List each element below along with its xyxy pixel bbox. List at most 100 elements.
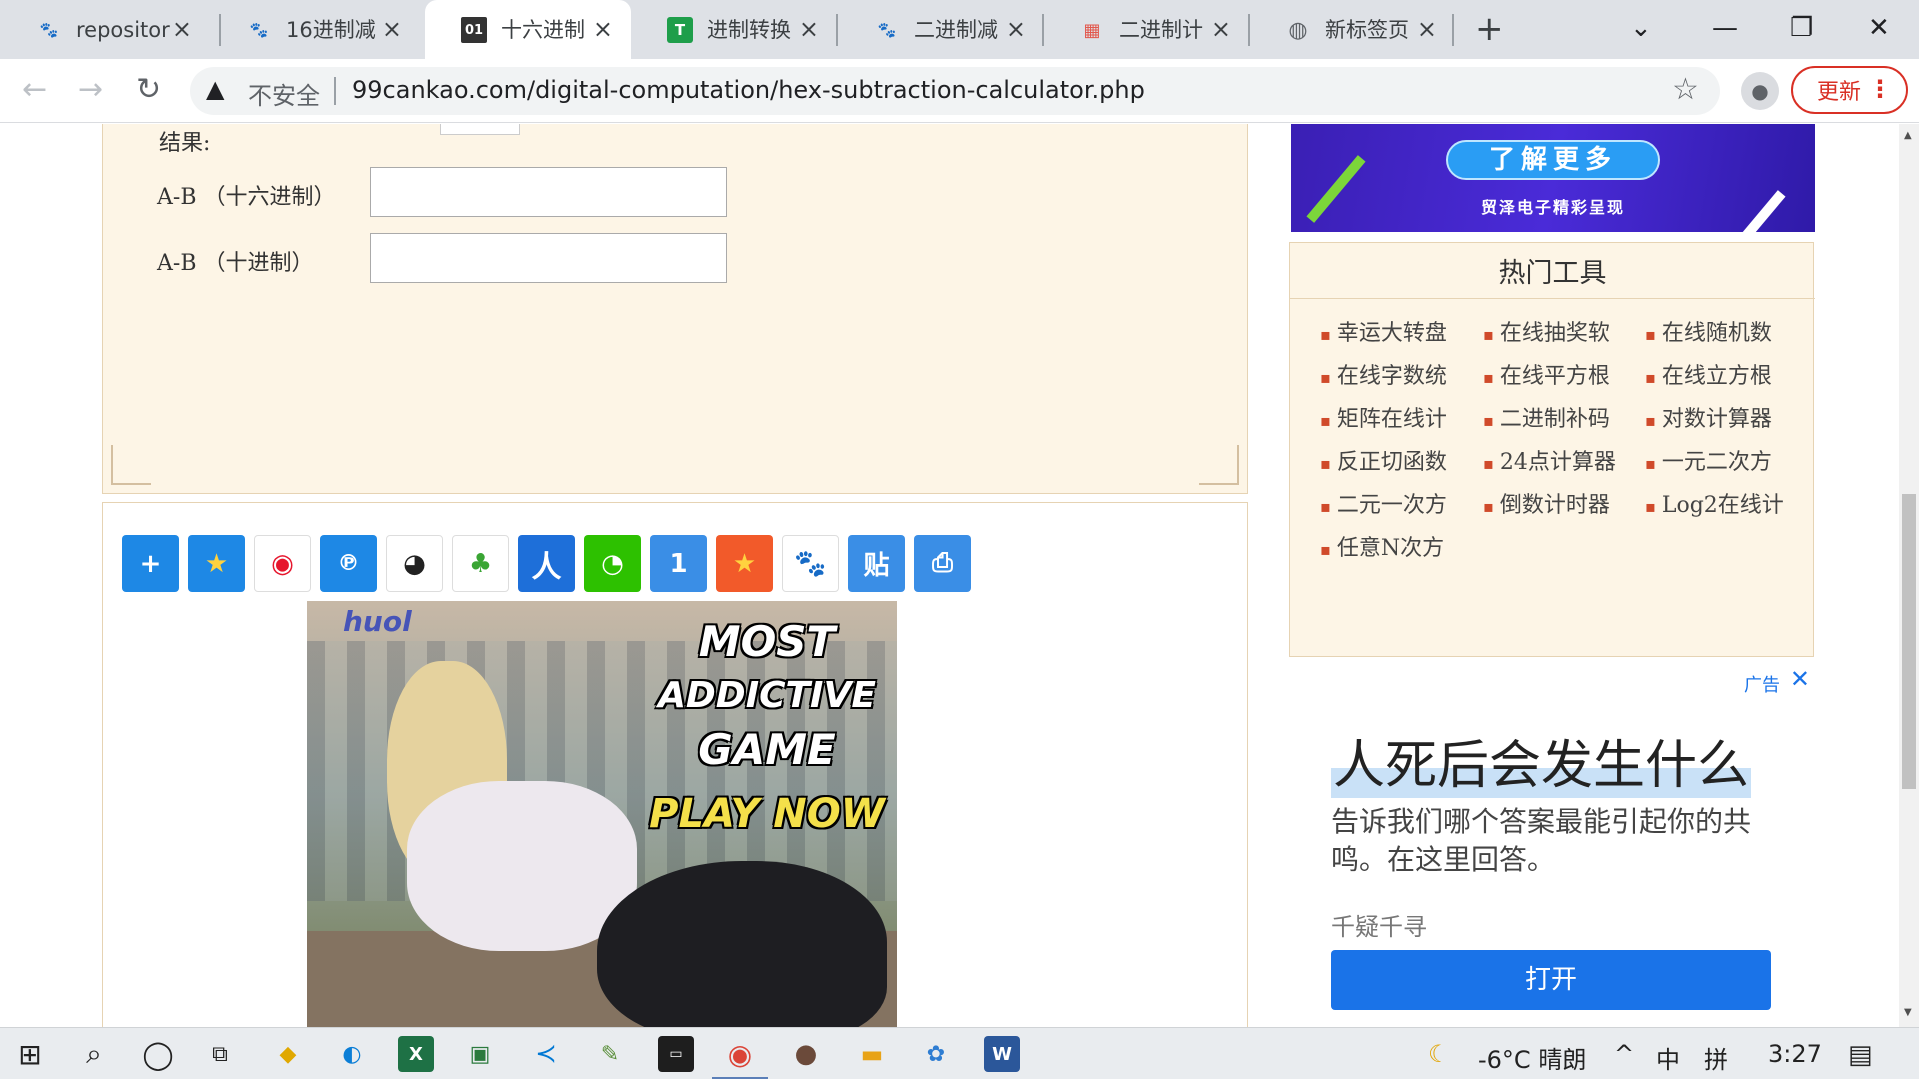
clover-icon[interactable]: ♣ <box>452 535 509 592</box>
tab-1[interactable]: 🐾 repositor × <box>0 0 210 59</box>
windows-start-icon[interactable]: ⊞ <box>12 1036 48 1072</box>
task-view-icon[interactable]: ⧉ <box>202 1036 238 1072</box>
hot-tool-link[interactable]: ▪ Log2在线计 <box>1645 487 1795 519</box>
bookmark-star-icon[interactable]: ☆ <box>1672 72 1699 107</box>
weather-text[interactable]: -6°C 晴朗 <box>1478 1040 1586 1075</box>
hot-tool-link[interactable]: ▪ 任意N次方 <box>1320 530 1470 562</box>
tab-6[interactable]: ▦ 二进制计 × <box>1043 0 1249 59</box>
hot-tool-link[interactable]: ▪ 二进制补码 <box>1483 401 1633 433</box>
close-icon[interactable]: × <box>1211 14 1231 44</box>
print-icon[interactable]: ⎙ <box>914 535 971 592</box>
close-icon[interactable]: × <box>799 14 819 44</box>
tab-4[interactable]: T 进制转换 × <box>631 0 837 59</box>
minimize-icon[interactable]: — <box>1712 10 1738 46</box>
sheet-app-icon[interactable]: ▣ <box>462 1036 498 1072</box>
cloud-sync-icon[interactable]: ✿ <box>918 1036 954 1072</box>
image-editor-icon[interactable]: ✎ <box>592 1036 628 1072</box>
hot-tool-link[interactable]: ▪ 幸运大转盘 <box>1320 315 1470 347</box>
hot-tool-link[interactable]: ▪ 在线字数统 <box>1320 358 1470 390</box>
hot-tool-link[interactable]: ▪ 24点计算器 <box>1483 444 1633 476</box>
hot-tool-link[interactable]: ▪ 在线平方根 <box>1483 358 1633 390</box>
hot-tool-link[interactable]: ▪ 二元一次方 <box>1320 487 1470 519</box>
close-icon[interactable]: × <box>593 14 613 44</box>
cortana-circle-icon[interactable]: ◯ <box>140 1036 176 1072</box>
hex-result-field[interactable] <box>370 167 727 217</box>
close-icon[interactable]: × <box>382 14 402 44</box>
hot-tool-link[interactable]: ▪ 反正切函数 <box>1320 444 1470 476</box>
chevron-up-icon[interactable]: ^ <box>1614 1040 1634 1068</box>
chevron-down-icon[interactable]: ⌄ <box>1630 10 1652 46</box>
hot-tool-label: 二进制补码 <box>1499 407 1610 432</box>
tab-3-active[interactable]: 01 十六进制 × <box>425 0 631 59</box>
hot-tool-link[interactable]: ▪ 在线抽奖软 <box>1483 315 1633 347</box>
forward-arrow-icon[interactable]: → <box>78 71 103 109</box>
avatar-app-icon[interactable]: ● <box>788 1036 824 1072</box>
qq-penguin-icon[interactable]: ◕ <box>386 535 443 592</box>
ad-brand: huol <box>343 605 412 638</box>
hot-tool-link[interactable]: ▪ 矩阵在线计 <box>1320 401 1470 433</box>
tab-2[interactable]: 🐾 16进制减 × <box>210 0 420 59</box>
baidu-paw-icon[interactable]: 🐾 <box>782 535 839 592</box>
weibo-icon[interactable]: ◉ <box>254 535 311 592</box>
window-close-icon[interactable]: ✕ <box>1868 10 1890 46</box>
close-icon[interactable]: × <box>1006 14 1026 44</box>
banner-subtitle: 贸泽电子精彩呈现 <box>1480 198 1625 217</box>
dec-result-field[interactable] <box>370 233 727 283</box>
hot-tool-link[interactable]: ▪ 倒数计时器 <box>1483 487 1633 519</box>
hot-tool-label: Log2在线计 <box>1661 493 1784 518</box>
one-icon[interactable]: 1 <box>650 535 707 592</box>
back-arrow-icon[interactable]: ← <box>22 71 47 109</box>
word-icon[interactable]: W <box>984 1036 1020 1072</box>
wechat-icon[interactable]: ◔ <box>584 535 641 592</box>
star-face-icon[interactable]: ★ <box>716 535 773 592</box>
clock-time[interactable]: 3:27 <box>1768 1040 1822 1068</box>
edge-icon[interactable]: ◐ <box>334 1036 370 1072</box>
open-button[interactable]: 打开 <box>1331 950 1771 1010</box>
profile-avatar-icon[interactable]: ● <box>1741 72 1779 110</box>
tab-7[interactable]: ◍ 新标签页 × <box>1249 0 1455 59</box>
promo-banner[interactable]: 了解更多 贸泽电子精彩呈现 <box>1291 124 1815 232</box>
restore-icon[interactable]: ❐ <box>1790 10 1813 46</box>
game-ad-image[interactable]: huol MOST ADDICTIVE GAME PLAY NOW <box>307 601 897 1027</box>
excel-icon[interactable]: X <box>398 1036 434 1072</box>
hot-tool-link[interactable]: ▪ 在线立方根 <box>1645 358 1795 390</box>
close-icon[interactable]: × <box>1417 14 1437 44</box>
tqq-icon[interactable]: ℗ <box>320 535 377 592</box>
ad-headline[interactable]: 人死后会发生什么 <box>1331 723 1752 798</box>
search-icon[interactable]: ⌕ <box>76 1036 112 1072</box>
ime-language[interactable]: 中 <box>1656 1040 1680 1075</box>
close-icon[interactable]: × <box>172 14 192 44</box>
chrome-icon[interactable]: ◉ <box>712 1036 768 1079</box>
scroll-up-arrow-icon[interactable]: ▲ <box>1904 130 1912 141</box>
ad-source: 千疑千寻 <box>1331 913 1427 941</box>
plus-share-icon[interactable]: + <box>122 535 179 592</box>
scroll-down-arrow-icon[interactable]: ▼ <box>1904 1007 1912 1018</box>
layers-app-icon[interactable]: ◆ <box>270 1036 306 1072</box>
calculate-button-stub[interactable] <box>440 124 520 135</box>
hot-tool-link[interactable]: ▪ 在线随机数 <box>1645 315 1795 347</box>
update-button[interactable]: 更新 ⋮ <box>1791 66 1908 114</box>
scrollbar-thumb[interactable] <box>1902 494 1916 789</box>
terminal-icon[interactable]: ▭ <box>658 1036 694 1072</box>
hot-tool-link[interactable]: ▪ 一元二次方 <box>1645 444 1795 476</box>
tab-5[interactable]: 🐾 二进制减 × <box>838 0 1044 59</box>
hot-tool-link[interactable]: ▪ 对数计算器 <box>1645 401 1795 433</box>
learn-more-button[interactable]: 了解更多 <box>1446 140 1660 180</box>
tieba-icon[interactable]: 贴 <box>848 535 905 592</box>
address-bar[interactable]: ▲ 不安全 99cankao.com/digital-computation/h… <box>190 67 1720 115</box>
bullet-icon: ▪ <box>1483 453 1494 473</box>
security-label[interactable]: 不安全 <box>248 76 320 111</box>
reload-icon[interactable]: ↻ <box>136 71 161 109</box>
close-icon[interactable]: ✕ <box>1790 665 1810 693</box>
vscode-icon[interactable]: ≺ <box>528 1036 564 1072</box>
page-scrollbar[interactable]: ▲ ▼ <box>1899 124 1919 1027</box>
url-text[interactable]: 99cankao.com/digital-computation/hex-sub… <box>352 76 1145 104</box>
new-tab-plus-icon[interactable]: + <box>1475 10 1504 48</box>
renren-icon[interactable]: 人 <box>518 535 575 592</box>
qzone-star-icon[interactable]: ★ <box>188 535 245 592</box>
notification-icon[interactable]: ▤ <box>1848 1040 1873 1070</box>
weather-moon-icon[interactable]: ☾ <box>1428 1040 1450 1068</box>
warning-triangle-icon[interactable]: ▲ <box>206 75 224 103</box>
file-explorer-icon[interactable]: ▬ <box>854 1036 890 1072</box>
ime-mode[interactable]: 拼 <box>1704 1040 1728 1075</box>
